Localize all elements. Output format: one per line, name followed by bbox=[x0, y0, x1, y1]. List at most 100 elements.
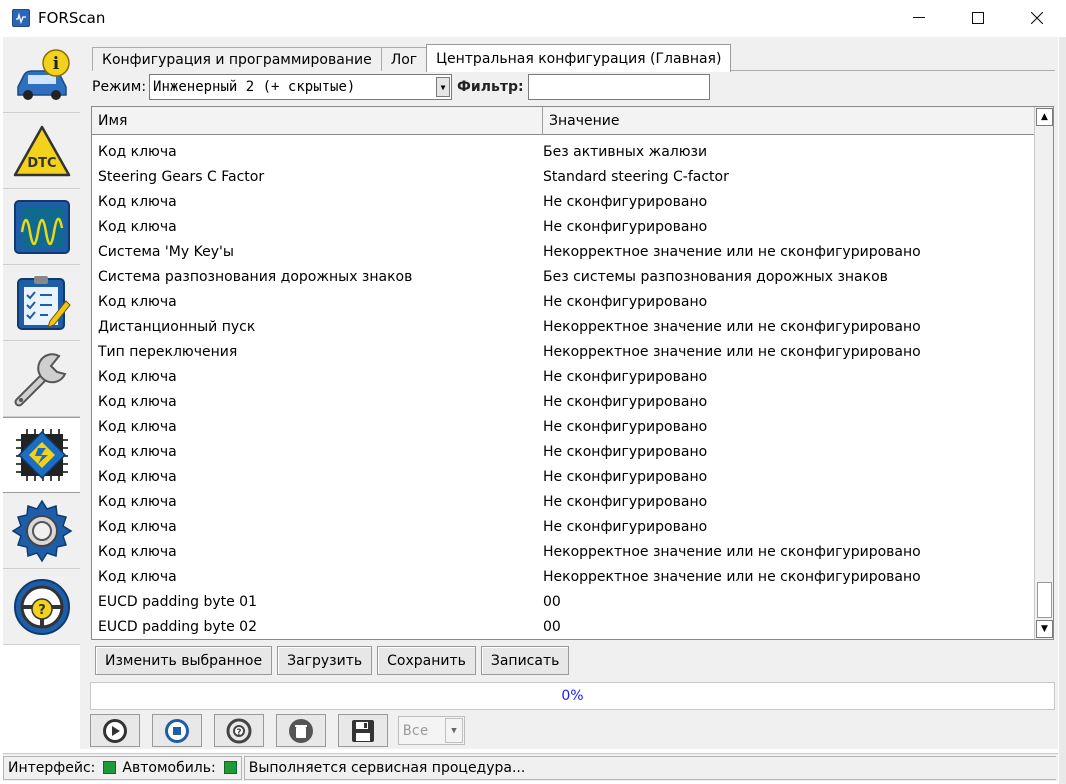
tab-configuration-programming[interactable]: Конфигурация и программирование bbox=[92, 47, 382, 71]
save-button[interactable]: Сохранить bbox=[377, 646, 476, 675]
sidebar-item-help[interactable]: ? bbox=[3, 569, 80, 645]
chevron-down-icon[interactable]: ▼ bbox=[436, 77, 451, 97]
checklist-icon bbox=[16, 275, 71, 330]
scroll-down-icon[interactable]: ▼ bbox=[1036, 620, 1053, 638]
status-message-panel: Выполняется сервисная процедура... bbox=[243, 755, 1056, 780]
table-row[interactable]: Код ключа Не сконфигурировано bbox=[92, 189, 1035, 214]
action-buttons: Изменить выбранное Загрузить Сохранить З… bbox=[95, 646, 570, 675]
table-row[interactable]: Код ключа Некорректное значение или не ск… bbox=[92, 539, 1035, 564]
filter-input[interactable] bbox=[527, 74, 710, 100]
table-row[interactable]: Тип переключения Некорректное значение ил… bbox=[92, 339, 1035, 364]
tab-central-configuration[interactable]: Центральная конфигурация (Главная) bbox=[426, 44, 732, 72]
sidebar-item-oscilloscope[interactable] bbox=[3, 189, 80, 265]
help-wheel-icon: ? bbox=[13, 578, 70, 635]
table-row[interactable]: EUCD padding byte 01 00 bbox=[92, 589, 1035, 614]
window-title: FORScan bbox=[38, 9, 106, 27]
cell-value: Без системы разпознования дорожных знако… bbox=[543, 268, 888, 285]
table-row[interactable]: Дистанционный пуск Некорректное значение … bbox=[92, 314, 1035, 339]
close-button[interactable] bbox=[1007, 0, 1066, 36]
clear-button[interactable] bbox=[276, 714, 326, 747]
table-row[interactable]: Код ключа Не сконфигурировано bbox=[92, 289, 1035, 314]
title-bar: FORScan bbox=[0, 0, 1066, 36]
cell-name: Код ключа bbox=[98, 368, 177, 385]
cell-name: EUCD padding byte 02 bbox=[98, 618, 257, 635]
playback-controls: ? Все ▼ bbox=[90, 714, 465, 747]
vehicle-label: Автомобиль: bbox=[122, 759, 216, 776]
table-row[interactable]: Код ключа Не сконфигурировано bbox=[92, 464, 1035, 489]
sidebar-item-configuration[interactable] bbox=[3, 417, 80, 493]
sidebar-item-dtc[interactable]: DTC bbox=[3, 113, 80, 189]
cell-name: Код ключа bbox=[98, 218, 177, 235]
table-row[interactable]: Код ключа Не сконфигурировано bbox=[92, 389, 1035, 414]
sidebar-item-settings[interactable] bbox=[3, 493, 80, 569]
table-row[interactable]: Код ключа Не сконфигурировано bbox=[92, 364, 1035, 389]
maximize-button[interactable] bbox=[948, 0, 1007, 36]
cell-name: Код ключа bbox=[98, 518, 177, 535]
cell-value: 00 bbox=[543, 618, 561, 635]
scroll-up-icon[interactable]: ▲ bbox=[1036, 108, 1053, 126]
table-row[interactable]: Код ключа Не сконфигурировано bbox=[92, 439, 1035, 464]
table-row[interactable]: Система разпознования дорожных знаков Без… bbox=[92, 264, 1035, 289]
forscan-app-icon bbox=[12, 9, 30, 27]
table-row[interactable]: Код ключа Не сконфигурировано bbox=[92, 214, 1035, 239]
vertical-scrollbar[interactable]: ▲ ▼ bbox=[1034, 107, 1053, 639]
cell-name: Код ключа bbox=[98, 468, 177, 485]
column-header-value[interactable]: Значение bbox=[543, 107, 1035, 135]
wrench-icon bbox=[14, 352, 66, 406]
window-edge bbox=[1059, 37, 1066, 784]
cell-name: Код ключа bbox=[98, 418, 177, 435]
chevron-down-icon[interactable]: ▼ bbox=[445, 718, 463, 743]
cell-name: Система разпознования дорожных знаков bbox=[98, 268, 413, 285]
cell-name: Код ключа bbox=[98, 443, 177, 460]
minimize-button[interactable] bbox=[889, 0, 948, 36]
status-message: Выполняется сервисная процедура... bbox=[248, 759, 526, 776]
svg-text:?: ? bbox=[236, 728, 241, 738]
stop-button[interactable] bbox=[152, 714, 202, 747]
sidebar-item-vehicle-info[interactable]: i bbox=[3, 37, 80, 113]
table-row[interactable]: Код ключа Без активных жалюзи bbox=[92, 139, 1035, 164]
cell-value: Не сконфигурировано bbox=[543, 293, 708, 310]
save-log-button[interactable] bbox=[338, 714, 388, 747]
column-header-name[interactable]: Имя bbox=[92, 107, 543, 135]
cell-name: Код ключа bbox=[98, 493, 177, 510]
table-row[interactable]: Код ключа Не сконфигурировано bbox=[92, 489, 1035, 514]
table-row[interactable]: Код ключа Некорректное значение или не ск… bbox=[92, 564, 1035, 589]
mode-label: Режим: bbox=[92, 79, 147, 95]
table-row[interactable]: Steering Gears C Factor Standard steering… bbox=[92, 164, 1035, 189]
tab-log[interactable]: Лог bbox=[380, 47, 428, 71]
cell-value: Без активных жалюзи bbox=[543, 143, 708, 160]
scrollbar-thumb[interactable] bbox=[1037, 582, 1052, 618]
run-button[interactable] bbox=[90, 714, 140, 747]
cell-value: Не сконфигурировано bbox=[543, 518, 708, 535]
cell-name: Код ключа bbox=[98, 193, 177, 210]
mode-select[interactable]: Инженерный 2 (+ скрытые) ▼ bbox=[149, 74, 453, 100]
mode-filter-row: Режим: Инженерный 2 (+ скрытые) ▼ Фильтр… bbox=[92, 74, 710, 100]
oscilloscope-icon bbox=[13, 199, 70, 254]
table-row[interactable]: EUCD padding byte 02 00 bbox=[92, 614, 1035, 639]
cell-name: Дистанционный пуск bbox=[98, 318, 256, 335]
status-bar: Интерфейс: Автомобиль: Выполняется серви… bbox=[3, 753, 1058, 781]
cell-value: Не сконфигурировано bbox=[543, 493, 708, 510]
info-car-icon: i bbox=[16, 48, 70, 100]
filter-dropdown[interactable]: Все ▼ bbox=[398, 716, 465, 745]
table-row[interactable]: Код ключа Не сконфигурировано bbox=[92, 514, 1035, 539]
table-row[interactable]: Система 'My Key'ы Некорректное значение и… bbox=[92, 239, 1035, 264]
cell-value: Некорректное значение или не сконфигурир… bbox=[543, 543, 921, 560]
cell-value: Некорректное значение или не сконфигурир… bbox=[543, 343, 921, 360]
edit-selected-button[interactable]: Изменить выбранное bbox=[95, 646, 273, 675]
table-row[interactable]: Код ключа Не сконфигурировано bbox=[92, 414, 1035, 439]
cell-value: 00 bbox=[543, 593, 561, 610]
write-button[interactable]: Записать bbox=[480, 646, 570, 675]
help-button[interactable]: ? bbox=[214, 714, 264, 747]
sidebar-item-service[interactable] bbox=[3, 341, 80, 417]
cell-value: Некорректное значение или не сконфигурир… bbox=[543, 243, 921, 260]
filter-dropdown-value: Все bbox=[403, 722, 429, 739]
gear-icon bbox=[11, 499, 72, 562]
svg-text:DTC: DTC bbox=[27, 156, 56, 171]
load-button[interactable]: Загрузить bbox=[277, 646, 373, 675]
table-body: Код ключа Без активных жалюзи Steering Gea… bbox=[92, 136, 1035, 639]
stop-icon bbox=[165, 718, 189, 743]
cell-name: EUCD padding byte 01 bbox=[98, 593, 257, 610]
sidebar: i DTC ? bbox=[3, 37, 80, 645]
sidebar-item-tests[interactable] bbox=[3, 265, 80, 341]
